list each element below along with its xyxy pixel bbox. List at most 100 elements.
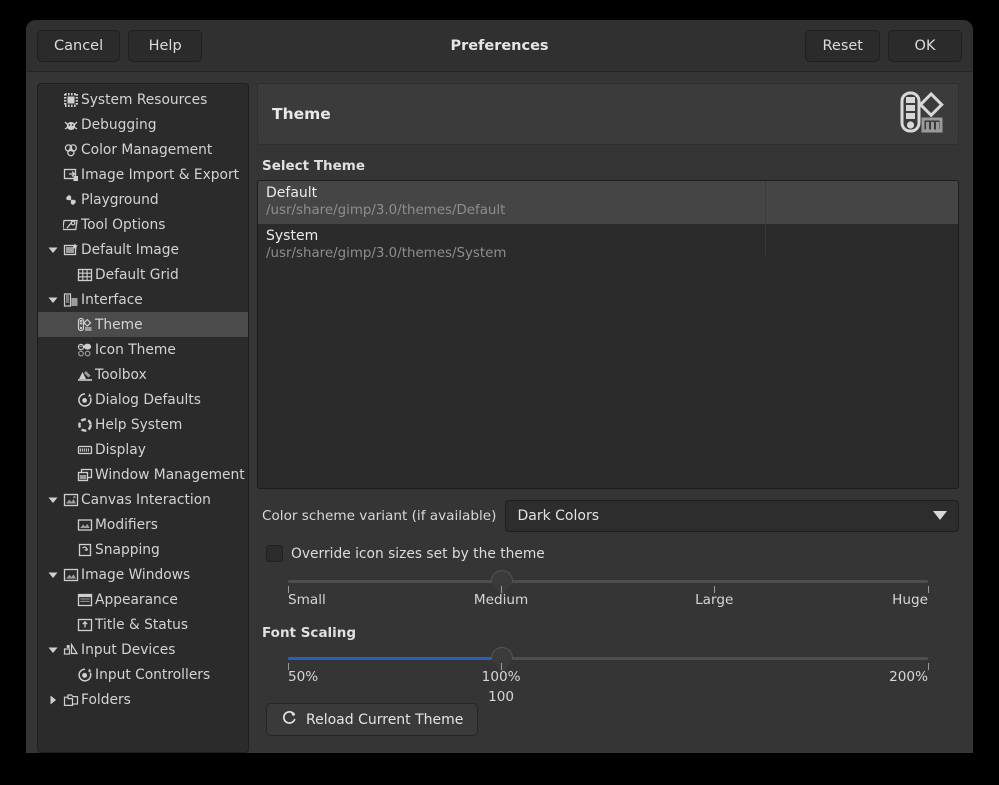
sidebar-item-label: Color Management xyxy=(81,142,212,158)
appearance-icon xyxy=(76,592,93,608)
sidebar-item-input-devices[interactable]: Input Devices xyxy=(38,637,248,662)
sidebar-item-playground[interactable]: Playground xyxy=(38,187,248,212)
dialog-defaults-icon xyxy=(76,392,93,408)
color-palette-icon xyxy=(900,91,944,137)
sidebar-item-modifiers[interactable]: Modifiers xyxy=(38,512,248,537)
title-status-icon xyxy=(76,617,93,633)
theme-path: /usr/share/gimp/3.0/themes/Default xyxy=(266,202,950,219)
sidebar-item-label: Display xyxy=(95,442,146,458)
sidebar-item-toolbox[interactable]: Toolbox xyxy=(38,362,248,387)
sidebar-item-label: Theme xyxy=(95,317,143,333)
sidebar-item-label: Canvas Interaction xyxy=(81,492,211,508)
sidebar-item-appearance[interactable]: Appearance xyxy=(38,587,248,612)
pinwheel-icon xyxy=(62,192,79,208)
sidebar-item-label: Appearance xyxy=(95,592,178,608)
toolbox-icon xyxy=(76,367,93,383)
expander-open-icon[interactable] xyxy=(46,570,60,580)
sidebar-item-label: Input Controllers xyxy=(95,667,210,683)
tool-options-icon xyxy=(62,217,79,233)
font-min-label: 50% xyxy=(288,669,318,685)
cancel-button[interactable]: Cancel xyxy=(37,30,120,62)
expander-open-icon[interactable] xyxy=(46,295,60,305)
theme-list-item[interactable]: Default/usr/share/gimp/3.0/themes/Defaul… xyxy=(258,181,958,224)
theme-name: Default xyxy=(266,185,950,202)
sidebar-item-interface[interactable]: Interface xyxy=(38,287,248,312)
default-image-icon xyxy=(62,242,79,258)
preferences-sidebar-tree[interactable]: System ResourcesDebugging Color Managemen… xyxy=(37,83,249,753)
sidebar-item-default-grid[interactable]: Default Grid xyxy=(38,262,248,287)
dialog-header-bar: Cancel Help Preferences Reset OK xyxy=(26,20,973,72)
reload-button-label: Reload Current Theme xyxy=(306,712,463,728)
theme-name: System xyxy=(266,228,950,245)
theme-list[interactable]: Default/usr/share/gimp/3.0/themes/Defaul… xyxy=(257,180,959,489)
color-scheme-label: Color scheme variant (if available) xyxy=(262,508,496,524)
sidebar-item-label: Image Windows xyxy=(81,567,190,583)
theme-list-item[interactable]: System/usr/share/gimp/3.0/themes/System xyxy=(258,224,958,267)
expander-open-icon[interactable] xyxy=(46,245,60,255)
color-scheme-value: Dark Colors xyxy=(517,508,599,524)
sidebar-item-display[interactable]: Display xyxy=(38,437,248,462)
override-icon-sizes-checkbox[interactable]: Override icon sizes set by the theme xyxy=(266,545,959,562)
import-export-icon xyxy=(62,167,79,183)
icon-size-tick-label: Huge xyxy=(892,592,928,608)
font-scaling-slider[interactable]: 50% 100% 200% 100 xyxy=(266,657,950,689)
icon-size-tick-labels: SmallMediumLargeHuge xyxy=(288,592,928,612)
sidebar-item-theme[interactable]: Theme xyxy=(38,312,248,337)
refresh-icon xyxy=(281,710,297,730)
snapping-icon xyxy=(76,542,93,558)
grid-icon xyxy=(76,267,93,283)
sidebar-item-label: Dialog Defaults xyxy=(95,392,201,408)
slider-tick xyxy=(928,663,929,670)
help-button[interactable]: Help xyxy=(128,30,202,62)
icon-size-slider[interactable]: SmallMediumLargeHuge xyxy=(266,580,950,612)
dialog-body: System ResourcesDebugging Color Managemen… xyxy=(26,72,973,753)
help-system-icon xyxy=(76,417,93,433)
theme-page-header: Theme xyxy=(257,83,959,145)
sidebar-item-image-import-export[interactable]: Image Import & Export xyxy=(38,162,248,187)
sidebar-item-window-management[interactable]: Window Management xyxy=(38,462,248,487)
modifiers-icon xyxy=(76,517,93,533)
sidebar-item-system-resources[interactable]: System Resources xyxy=(38,87,248,112)
theme-list-column-separator xyxy=(765,181,766,255)
sidebar-item-debugging[interactable]: Debugging xyxy=(38,112,248,137)
expander-closed-icon[interactable] xyxy=(46,695,60,705)
expander-open-icon[interactable] xyxy=(46,495,60,505)
sidebar-item-help-system[interactable]: Help System xyxy=(38,412,248,437)
preferences-window: Cancel Help Preferences Reset OK System … xyxy=(26,20,973,753)
sidebar-item-canvas-interaction[interactable]: Canvas Interaction xyxy=(38,487,248,512)
icon-size-tick-label: Medium xyxy=(474,592,528,608)
sidebar-item-snapping[interactable]: Snapping xyxy=(38,537,248,562)
sidebar-item-label: Toolbox xyxy=(95,367,147,383)
sidebar-item-folders[interactable]: Folders xyxy=(38,687,248,712)
icon-size-tick-label: Small xyxy=(288,592,326,608)
override-icon-sizes-label: Override icon sizes set by the theme xyxy=(291,546,545,562)
sidebar-item-label: Interface xyxy=(81,292,143,308)
font-mid-label: 100% xyxy=(482,669,521,685)
sidebar-item-label: Icon Theme xyxy=(95,342,176,358)
sidebar-item-color-management[interactable]: Color Management xyxy=(38,137,248,162)
window-mgmt-icon xyxy=(76,467,93,483)
sidebar-item-dialog-defaults[interactable]: Dialog Defaults xyxy=(38,387,248,412)
expander-open-icon[interactable] xyxy=(46,645,60,655)
sidebar-item-icon-theme[interactable]: Icon Theme xyxy=(38,337,248,362)
input-controllers-icon xyxy=(76,667,93,683)
ok-button[interactable]: OK xyxy=(888,30,962,62)
color-circles-icon xyxy=(62,142,79,158)
canvas-icon xyxy=(62,492,79,508)
theme-path: /usr/share/gimp/3.0/themes/System xyxy=(266,245,950,262)
sidebar-item-default-image[interactable]: Default Image xyxy=(38,237,248,262)
image-windows-icon xyxy=(62,567,79,583)
sidebar-item-input-controllers[interactable]: Input Controllers xyxy=(38,662,248,687)
color-scheme-dropdown[interactable]: Dark Colors xyxy=(505,500,959,532)
input-devices-icon xyxy=(62,642,79,658)
reload-current-theme-button[interactable]: Reload Current Theme xyxy=(266,703,478,736)
sidebar-item-label: Default Image xyxy=(81,242,179,258)
reset-button[interactable]: Reset xyxy=(805,30,880,62)
sidebar-item-label: Image Import & Export xyxy=(81,167,239,183)
sidebar-item-tool-options[interactable]: Tool Options xyxy=(38,212,248,237)
sidebar-item-label: Playground xyxy=(81,192,159,208)
bug-icon xyxy=(62,117,79,133)
theme-icon xyxy=(76,317,93,333)
sidebar-item-title-status[interactable]: Title & Status xyxy=(38,612,248,637)
sidebar-item-image-windows[interactable]: Image Windows xyxy=(38,562,248,587)
